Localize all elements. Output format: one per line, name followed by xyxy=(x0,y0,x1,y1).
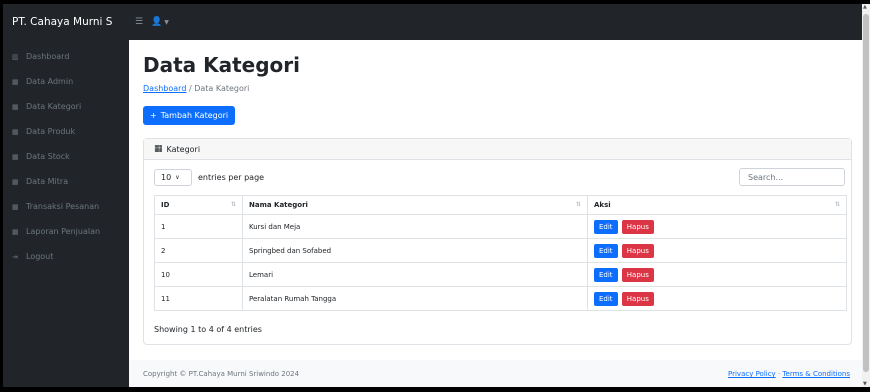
sidebar-item-data-stock[interactable]: ▦ Data Stock xyxy=(3,144,129,169)
dashboard-icon: ▥ xyxy=(12,52,19,61)
footer: Copyright © PT.Cahaya Murni Sriwindo 202… xyxy=(129,360,862,387)
table-header-row: ID ⇅ Nama Kategori ⇅ Aksi ⇅ xyxy=(154,195,847,215)
table-icon: ▦ xyxy=(12,202,19,211)
sidebar-item-label: Data Stock xyxy=(26,152,70,161)
table-icon: ▦ xyxy=(154,144,163,154)
footer-links: Privacy Policy · Terms & Conditions xyxy=(728,370,850,378)
entries-per-page-select[interactable]: 10 ∨ xyxy=(154,169,192,186)
sidebar-item-label: Data Produk xyxy=(26,127,76,136)
add-category-button[interactable]: + Tambah Kategori xyxy=(143,106,236,125)
table-row: 11 Peralatan Rumah Tangga Edit Hapus xyxy=(154,286,847,311)
edit-button[interactable]: Edit xyxy=(594,291,618,306)
delete-button[interactable]: Hapus xyxy=(621,219,654,234)
scrollbar-thumb[interactable] xyxy=(863,14,869,372)
sort-icon: ⇅ xyxy=(575,201,581,208)
entries-per-page-label: entries per page xyxy=(198,173,265,182)
cell-actions: Edit Hapus xyxy=(587,214,847,239)
breadcrumb-link-dashboard[interactable]: Dashboard xyxy=(143,84,186,93)
cell-actions: Edit Hapus xyxy=(587,238,847,263)
add-category-label: Tambah Kategori xyxy=(160,111,229,120)
category-card: ▦ Kategori 10 ∨ entries per page Search.… xyxy=(143,138,852,345)
table-icon: ▦ xyxy=(12,127,19,136)
sidebar-item-label: Laporan Penjualan xyxy=(26,227,101,236)
column-header-nama-kategori[interactable]: Nama Kategori ⇅ xyxy=(242,195,588,215)
sidebar-item-label: Dashboard xyxy=(26,52,70,61)
user-icon: 👤 xyxy=(151,17,163,27)
logout-icon: ⇥ xyxy=(12,252,18,261)
cell-name: Kursi dan Meja xyxy=(242,214,588,239)
top-navbar: PT. Cahaya Murni S ☰ 👤 ▼ xyxy=(3,4,862,40)
user-menu[interactable]: 👤 ▼ xyxy=(151,17,169,27)
column-header-aksi[interactable]: Aksi ⇅ xyxy=(587,195,847,215)
search-input[interactable]: Search... xyxy=(739,168,845,186)
cell-name: Lemari xyxy=(242,262,588,287)
delete-button[interactable]: Hapus xyxy=(621,291,654,306)
sidebar-item-dashboard[interactable]: ▥ Dashboard xyxy=(3,44,129,69)
cell-actions: Edit Hapus xyxy=(587,286,847,311)
chevron-down-icon: ∨ xyxy=(175,174,180,181)
table-icon: ▦ xyxy=(12,102,19,111)
sidebar-item-laporan-penjualan[interactable]: ▦ Laporan Penjualan xyxy=(3,219,129,244)
plus-icon: + xyxy=(150,111,157,120)
terms-link[interactable]: Terms & Conditions xyxy=(782,370,850,378)
scroll-up-icon[interactable]: ▲ xyxy=(863,4,867,10)
table-row: 10 Lemari Edit Hapus xyxy=(154,262,847,287)
privacy-policy-link[interactable]: Privacy Policy xyxy=(728,370,776,378)
footer-separator: · xyxy=(777,370,781,378)
sidebar-item-label: Data Kategori xyxy=(26,102,82,111)
sidebar-item-label: Logout xyxy=(26,252,54,261)
sort-icon: ⇅ xyxy=(230,201,236,208)
table-icon: ▦ xyxy=(12,152,19,161)
hamburger-icon[interactable]: ☰ xyxy=(135,17,143,27)
card-header: ▦ Kategori xyxy=(144,139,851,160)
scroll-down-icon[interactable]: ▼ xyxy=(863,381,867,387)
sidebar-item-logout[interactable]: ⇥ Logout xyxy=(3,244,129,269)
cell-name: Springbed dan Sofabed xyxy=(242,238,588,263)
sidebar-item-data-admin[interactable]: ▦ Data Admin xyxy=(3,69,129,94)
table-icon: ▦ xyxy=(12,77,19,86)
chevron-down-icon: ▼ xyxy=(164,18,169,26)
brand-title[interactable]: PT. Cahaya Murni S xyxy=(3,16,129,28)
breadcrumb: Dashboard / Data Kategori xyxy=(143,84,249,93)
table-row: 2 Springbed dan Sofabed Edit Hapus xyxy=(154,238,847,263)
cell-id: 11 xyxy=(154,286,243,311)
page-title: Data Kategori xyxy=(143,53,301,77)
edit-button[interactable]: Edit xyxy=(594,267,618,282)
cell-id: 1 xyxy=(154,214,243,239)
delete-button[interactable]: Hapus xyxy=(621,243,654,258)
table-row: 1 Kursi dan Meja Edit Hapus xyxy=(154,214,847,239)
sidebar-item-label: Data Admin xyxy=(26,77,74,86)
sidebar-item-transaksi-pesanan[interactable]: ▦ Transaksi Pesanan xyxy=(3,194,129,219)
edit-button[interactable]: Edit xyxy=(594,243,618,258)
table-info: Showing 1 to 4 of 4 entries xyxy=(154,325,262,334)
card-title: Kategori xyxy=(166,144,201,154)
cell-id: 2 xyxy=(154,238,243,263)
sidebar-item-label: Transaksi Pesanan xyxy=(26,202,100,211)
sort-icon: ⇅ xyxy=(834,201,840,208)
column-header-id[interactable]: ID ⇅ xyxy=(154,195,243,215)
table-icon: ▦ xyxy=(12,177,19,186)
sidebar: ▥ Dashboard ▦ Data Admin ▦ Data Kategori… xyxy=(3,40,129,387)
edit-button[interactable]: Edit xyxy=(594,219,618,234)
category-table: ID ⇅ Nama Kategori ⇅ Aksi ⇅ 1 Kursi dan Mej… xyxy=(154,195,847,311)
sidebar-item-data-produk[interactable]: ▦ Data Produk xyxy=(3,119,129,144)
scrollbar[interactable]: ▲ ▼ xyxy=(862,4,870,387)
cell-actions: Edit Hapus xyxy=(587,262,847,287)
delete-button[interactable]: Hapus xyxy=(621,267,654,282)
sidebar-item-data-mitra[interactable]: ▦ Data Mitra xyxy=(3,169,129,194)
app-window: PT. Cahaya Murni S ☰ 👤 ▼ ▥ Dashboard ▦ D… xyxy=(3,4,862,387)
breadcrumb-current: Data Kategori xyxy=(194,84,250,93)
table-icon: ▦ xyxy=(12,227,19,236)
main-content: Data Kategori Dashboard / Data Kategori … xyxy=(129,40,862,387)
cell-id: 10 xyxy=(154,262,243,287)
entries-value: 10 xyxy=(161,173,172,182)
breadcrumb-separator: / xyxy=(188,84,192,93)
copyright-text: Copyright © PT.Cahaya Murni Sriwindo 202… xyxy=(143,369,300,378)
sidebar-item-data-kategori[interactable]: ▦ Data Kategori xyxy=(3,94,129,119)
sidebar-item-label: Data Mitra xyxy=(26,177,69,186)
cell-name: Peralatan Rumah Tangga xyxy=(242,286,588,311)
